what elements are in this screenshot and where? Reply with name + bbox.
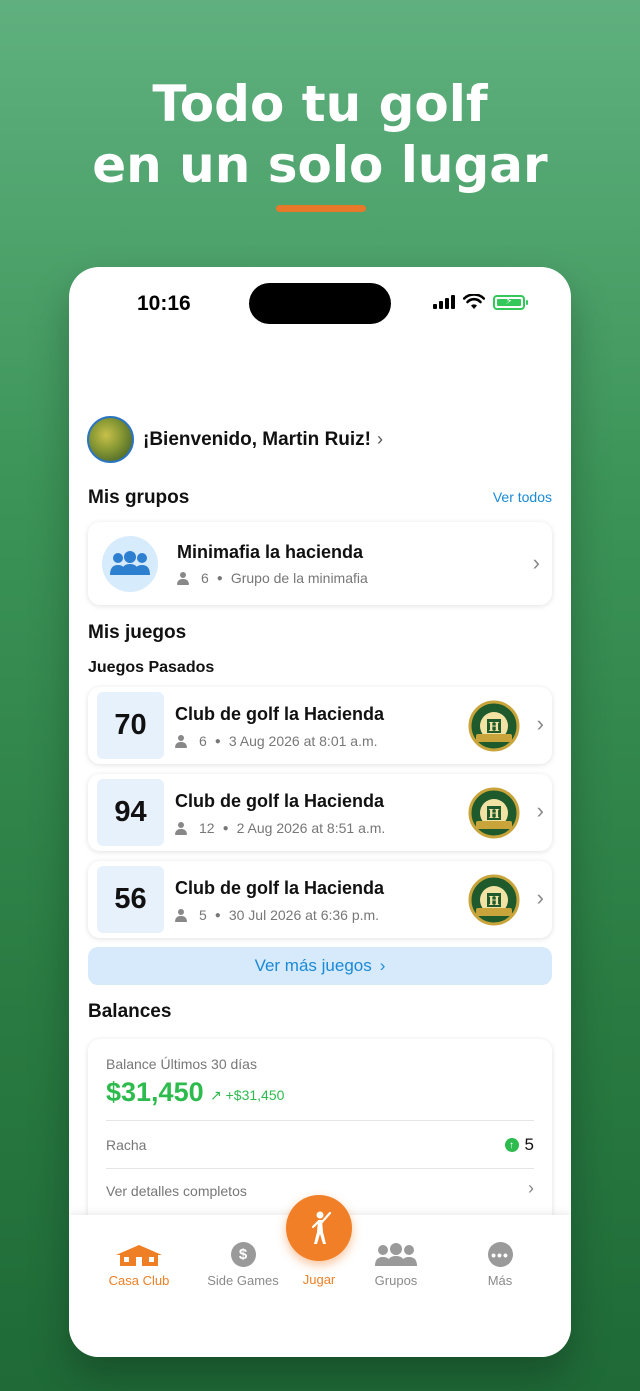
status-time: 10:16 xyxy=(137,292,191,315)
person-icon xyxy=(175,908,187,922)
house-icon xyxy=(116,1245,162,1266)
game-player-count: 5 xyxy=(199,907,207,923)
more-games-button[interactable]: Ver más juegos › xyxy=(88,947,552,985)
svg-text:H: H xyxy=(488,720,499,734)
trend-up-icon: ↗ xyxy=(210,1087,222,1103)
tab-casa-club[interactable]: Casa Club xyxy=(89,1237,189,1288)
separator-dot: ● xyxy=(214,909,221,921)
avatar[interactable] xyxy=(87,416,134,463)
groups-section-title: Mis grupos xyxy=(88,487,190,508)
svg-text:H: H xyxy=(488,807,499,821)
person-icon xyxy=(177,571,189,585)
balance-change-value: +$31,450 xyxy=(225,1087,285,1103)
game-date: 2 Aug 2026 at 8:51 a.m. xyxy=(236,820,386,836)
view-details-link[interactable]: Ver detalles completos xyxy=(106,1183,247,1199)
game-card[interactable]: 70 Club de golf la Hacienda 6 ● 3 Aug 20… xyxy=(88,687,552,764)
see-all-groups-link[interactable]: Ver todos xyxy=(493,489,552,505)
game-date: 30 Jul 2026 at 6:36 p.m. xyxy=(228,907,380,923)
headline-line-2: en un solo lugar xyxy=(92,136,548,194)
chevron-right-icon: › xyxy=(528,1178,534,1198)
signal-icon xyxy=(433,295,455,309)
svg-text:H: H xyxy=(488,894,499,908)
headline-underline xyxy=(276,205,366,212)
group-description: Grupo de la minimafia xyxy=(230,570,368,586)
game-score: 94 xyxy=(97,779,164,846)
tab-grupos[interactable]: Grupos xyxy=(346,1237,446,1288)
chevron-right-icon: › xyxy=(379,956,386,975)
group-meta: 6 ● Grupo de la minimafia xyxy=(177,570,368,586)
game-meta: 5 ● 30 Jul 2026 at 6:36 p.m. xyxy=(175,907,379,923)
group-name: Minimafia la hacienda xyxy=(177,542,364,562)
balances-section-title: Balances xyxy=(88,1001,172,1022)
group-member-count: 6 xyxy=(201,570,209,586)
wifi-icon xyxy=(463,294,485,309)
streak-value: 5 xyxy=(524,1135,534,1154)
club-logo-icon: H xyxy=(468,787,520,839)
golfer-icon xyxy=(311,1211,332,1244)
chevron-right-icon: › xyxy=(536,885,544,910)
chevron-right-icon: › xyxy=(377,429,383,449)
separator-dot: ● xyxy=(222,822,229,834)
game-score: 56 xyxy=(97,866,164,933)
streak-value-row: ↑ 5 xyxy=(504,1135,534,1155)
tab-label: Más xyxy=(487,1273,513,1288)
game-card[interactable]: 94 Club de golf la Hacienda 12 ● 2 Aug 2… xyxy=(88,774,552,851)
balance-change: ↗ +$31,450 xyxy=(210,1087,284,1104)
divider xyxy=(106,1120,534,1121)
battery-icon: ⚡ xyxy=(493,294,528,310)
headline: Todo tu golf en un solo lugar xyxy=(0,74,640,196)
balance-label: Balance Últimos 30 días xyxy=(106,1056,257,1072)
phone-screen: 10:16 ⚡ ¡Bienvenido, Martin Ruiz! › Mis … xyxy=(69,267,571,1357)
person-icon xyxy=(175,734,187,748)
dollar-icon: $ xyxy=(230,1242,256,1267)
game-club-name: Club de golf la Hacienda xyxy=(175,791,385,811)
balance-amount: $31,450 xyxy=(106,1077,204,1107)
arrow-up-icon: ↑ xyxy=(504,1138,519,1152)
game-date: 3 Aug 2026 at 8:01 a.m. xyxy=(228,733,378,749)
past-games-title: Juegos Pasados xyxy=(88,659,215,676)
tab-bar: Casa Club $ Side Games Jugar Grupos ••• … xyxy=(69,1195,571,1357)
separator-dot: ● xyxy=(216,572,223,584)
game-card[interactable]: 56 Club de golf la Hacienda 5 ● 30 Jul 2… xyxy=(88,861,552,938)
welcome-row[interactable]: ¡Bienvenido, Martin Ruiz! › xyxy=(87,416,383,463)
group-card[interactable]: Minimafia la hacienda 6 ● Grupo de la mi… xyxy=(88,522,552,605)
people-icon xyxy=(375,1243,417,1266)
tab-mas[interactable]: ••• Más xyxy=(450,1237,550,1288)
game-meta: 12 ● 2 Aug 2026 at 8:51 a.m. xyxy=(175,820,385,836)
streak-label: Racha xyxy=(106,1137,147,1153)
game-club-name: Club de golf la Hacienda xyxy=(175,878,385,898)
chevron-right-icon: › xyxy=(536,798,544,823)
game-club-name: Club de golf la Hacienda xyxy=(175,704,385,724)
game-player-count: 6 xyxy=(199,733,207,749)
club-logo-icon: H xyxy=(468,700,520,752)
headline-line-1: Todo tu golf xyxy=(152,75,488,133)
tab-label: Casa Club xyxy=(108,1273,170,1288)
status-icons: ⚡ xyxy=(433,294,528,310)
divider xyxy=(106,1168,534,1169)
game-player-count: 12 xyxy=(199,820,215,836)
tab-label: Grupos xyxy=(374,1273,418,1288)
game-meta: 6 ● 3 Aug 2026 at 8:01 a.m. xyxy=(175,733,378,749)
welcome-text: ¡Bienvenido, Martin Ruiz! xyxy=(143,428,371,450)
more-icon: ••• xyxy=(487,1242,513,1267)
game-score: 70 xyxy=(97,692,164,759)
play-button[interactable] xyxy=(286,1195,352,1261)
chevron-right-icon: › xyxy=(536,711,544,736)
dynamic-island xyxy=(249,283,391,324)
chevron-right-icon: › xyxy=(532,550,540,575)
person-icon xyxy=(175,821,187,835)
games-section-title: Mis juegos xyxy=(88,622,187,643)
more-games-label: Ver más juegos xyxy=(254,956,372,975)
group-icon xyxy=(102,536,158,592)
club-logo-icon: H xyxy=(468,874,520,926)
separator-dot: ● xyxy=(214,735,221,747)
